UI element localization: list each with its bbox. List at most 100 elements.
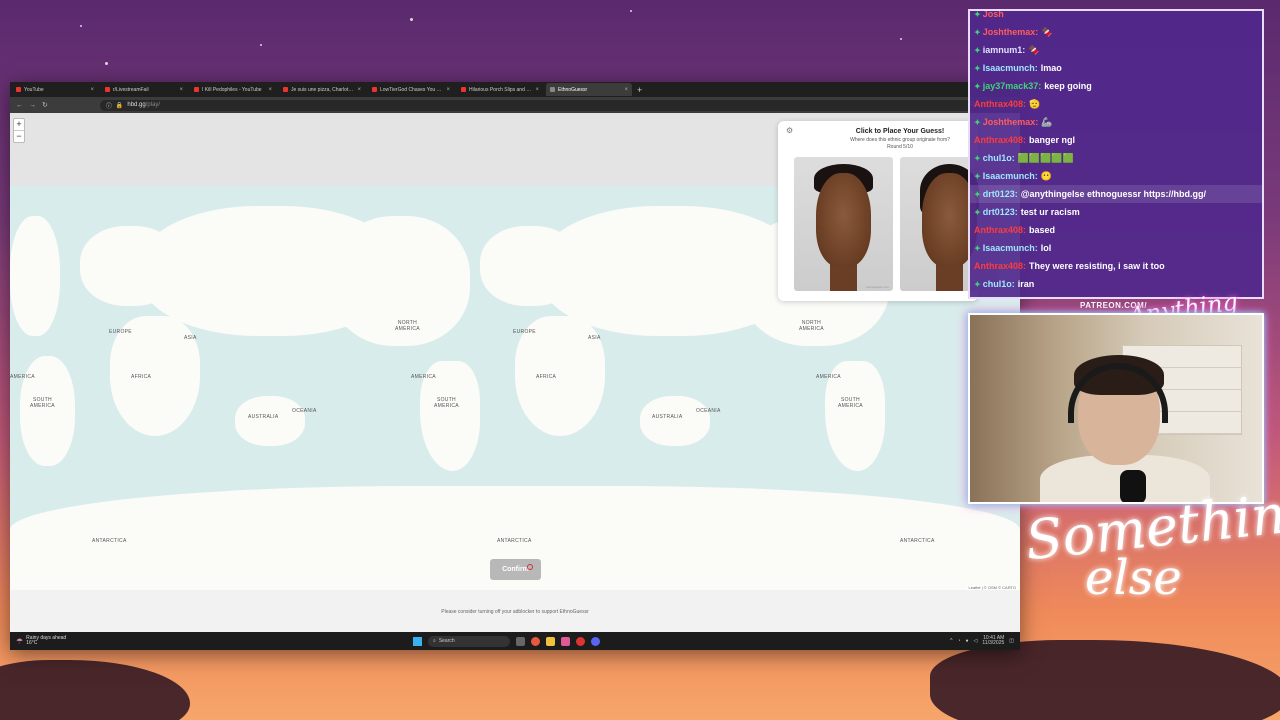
chat-username[interactable]: chul1o: — [983, 153, 1015, 163]
chat-username[interactable]: Joshthemax: — [983, 27, 1039, 37]
chat-username[interactable]: Josh — [983, 11, 1004, 19]
map-label-asia: ASIA — [184, 335, 197, 341]
chat-username[interactable]: Anthrax408: — [974, 261, 1026, 271]
browser-tab[interactable]: LowTierGod Chases You Down × — [368, 83, 454, 96]
map-label-asia: ASIA — [588, 335, 601, 341]
map-label-antarctica: ANTARCTICA — [92, 538, 127, 544]
stream-chat: ✦ Josh ✦ Joshthemax: 🍫 ✦ iamnum1: 🍫 ✦ Isaacmunch:… — [968, 9, 1264, 299]
chat-message: ✦ Josh — [970, 11, 1262, 23]
palm-silhouette — [0, 660, 190, 720]
site-info-icon[interactable]: ⓘ — [106, 101, 112, 110]
chat-username[interactable]: iamnum1: — [983, 45, 1026, 55]
subscriber-badge-icon: ✦ — [974, 27, 981, 37]
chat-username[interactable]: Isaacmunch: — [983, 63, 1038, 73]
tab-bar: YouTube × r/LivestreamFail × I Kill Pedophil… — [10, 82, 1020, 97]
tray-chevron-icon[interactable]: ^ — [950, 638, 952, 644]
tab-close-icon[interactable]: × — [357, 87, 361, 93]
tab-close-icon[interactable]: × — [268, 87, 272, 93]
map-label-south-america: SOUTH AMERICA — [838, 397, 863, 409]
chat-username[interactable]: Anthrax408: — [974, 135, 1026, 145]
chat-username[interactable]: Isaacmunch: — [983, 171, 1038, 181]
browser-app-icon[interactable] — [531, 636, 540, 646]
mic-icon[interactable]: ● — [966, 638, 969, 644]
land-south-america — [20, 356, 75, 466]
chat-username[interactable]: jay37mack37: — [983, 81, 1042, 91]
site-icon — [550, 87, 555, 92]
zoom-out-button[interactable]: − — [14, 130, 24, 142]
chat-username[interactable]: drt0123: — [983, 189, 1018, 199]
start-windows-icon[interactable] — [413, 636, 422, 646]
notification-icon[interactable]: ◫ — [1009, 638, 1014, 644]
map-label-europe: EUROPE — [513, 329, 536, 335]
rain-cloud-icon: ☂ — [16, 636, 24, 646]
panel-title: Click to Place Your Guess! — [855, 128, 945, 135]
tab-close-icon[interactable]: × — [624, 87, 628, 93]
system-tray: ^ ◔ ● ◁ 10:41 AM 11/3/2025 ◫ — [950, 636, 1014, 646]
tab-label: I Kill Pedophiles - YouTube — [202, 86, 262, 93]
confirm-button[interactable]: Confirm — [490, 559, 541, 580]
chat-username[interactable]: Joshthemax: — [983, 117, 1039, 127]
map-label-antarctica: ANTARCTICA — [900, 538, 935, 544]
chat-text: 🦾 — [1041, 116, 1053, 127]
chat-message: Anthrax408: They were resisting, i saw it… — [970, 257, 1262, 275]
volume-icon[interactable]: ◁ — [974, 638, 978, 644]
chat-username[interactable]: Anthrax408: — [974, 225, 1026, 235]
network-icon[interactable]: ◔ — [957, 638, 960, 644]
map-label-australia: AUSTRALIA — [652, 414, 683, 420]
map-label-antarctica: ANTARCTICA — [497, 538, 532, 544]
tab-close-icon[interactable]: × — [446, 87, 450, 93]
chat-message: Anthrax408: banger ngl — [970, 131, 1262, 149]
new-tab-button[interactable]: + — [637, 85, 642, 95]
tab-close-icon[interactable]: × — [90, 87, 94, 93]
chat-text: 🟩🟩🟩🟩🟩 — [1017, 152, 1074, 163]
task-view-icon[interactable] — [516, 636, 525, 646]
tab-label: Je suis une pizza, Charlotte Dix — [291, 86, 355, 93]
map-attribution[interactable]: Leaflet | © OSM © CARTO — [966, 585, 1018, 590]
chat-text: iran — [1017, 279, 1035, 289]
tab-close-icon[interactable]: × — [535, 87, 539, 93]
browser-tab[interactable]: Hilarious Porch Slips and CCTV× — [457, 83, 543, 96]
forward-icon[interactable]: → — [29, 102, 36, 109]
url-path: /play/ — [145, 102, 161, 108]
chat-text: 🍫 — [1028, 44, 1040, 55]
clock-date: 11/3/2025 — [982, 640, 1005, 646]
photos-app-icon[interactable] — [561, 636, 570, 646]
chat-username[interactable]: drt0123: — [983, 207, 1018, 217]
face-image-male[interactable]: ethnoguessr.com — [794, 157, 893, 291]
tab-label: EthnoGuessr — [558, 86, 588, 93]
weather-widget[interactable]: ☂ Rainy days ahead 16°C — [16, 636, 66, 646]
file-explorer-icon[interactable] — [546, 636, 555, 646]
chat-username[interactable]: Anthrax408: — [974, 99, 1026, 109]
browser-tab[interactable]: Je suis une pizza, Charlotte Dix × — [279, 83, 365, 96]
back-icon[interactable]: ← — [16, 102, 23, 109]
browser-tab[interactable]: YouTube × — [12, 83, 98, 96]
zoom-in-button[interactable]: + — [14, 119, 24, 130]
reload-icon[interactable]: ↻ — [42, 101, 48, 109]
chat-username[interactable]: chul1o: — [983, 279, 1015, 289]
subscriber-badge-icon: ✦ — [974, 63, 981, 73]
taskbar-search[interactable]: ⌕ Search — [428, 635, 510, 647]
guess-panel: ⚙ Click to Place Your Guess! Where does … — [778, 121, 999, 301]
chat-message: Anthrax408: 🫡 — [970, 95, 1262, 113]
map-label-africa: AFRICA — [131, 374, 152, 380]
url-field[interactable]: ⓘ 🔒 hbd.gg/play/ ⧉ ☆ — [99, 99, 991, 111]
discord-icon[interactable] — [591, 636, 600, 646]
browser-tab[interactable]: EthnoGuessr × — [546, 83, 632, 96]
chat-message: ✦ drt0123: @anythingelse ethnoguessr https… — [970, 185, 1262, 203]
tab-close-icon[interactable]: × — [179, 87, 183, 93]
clock[interactable]: 10:41 AM 11/3/2025 — [982, 636, 1004, 646]
chat-text: @anythingelse ethnoguessr https://hbd.gg… — [1020, 189, 1207, 199]
round-counter: Round 5/10 — [887, 144, 913, 150]
settings-gear-icon[interactable]: ⚙ — [786, 126, 793, 135]
chat-text: 🍫 — [1041, 26, 1053, 37]
chrome-icon[interactable] — [576, 636, 585, 646]
chat-username[interactable]: Isaacmunch: — [983, 243, 1038, 253]
channel-logo-large: Something else — [1022, 478, 1280, 606]
map-label-europe: EUROPE — [109, 329, 132, 335]
ethnoguessr-page: EUROPE ASIA AFRICA AUSTRALIA OCEANIA NOR… — [10, 113, 1020, 632]
browser-tab[interactable]: r/LivestreamFail × — [101, 83, 187, 96]
subscriber-badge-icon: ✦ — [974, 207, 981, 217]
chat-text: keep going — [1044, 81, 1092, 91]
subscriber-badge-icon: ✦ — [974, 45, 981, 55]
browser-tab[interactable]: I Kill Pedophiles - YouTube × — [190, 83, 276, 96]
